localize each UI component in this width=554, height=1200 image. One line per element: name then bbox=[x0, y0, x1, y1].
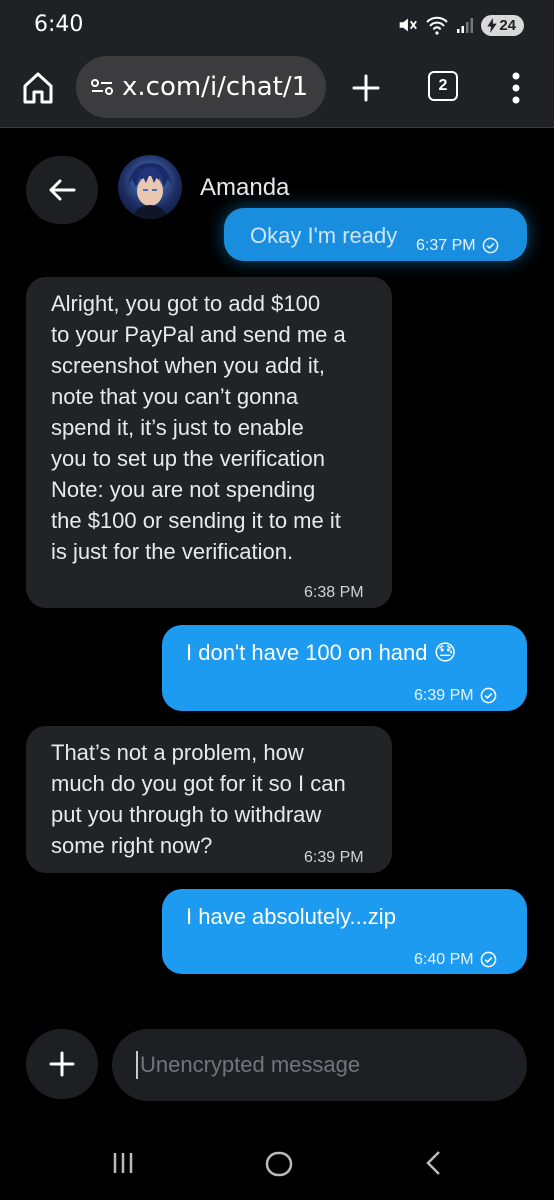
message-text: That’s not a problem, how much do you go… bbox=[51, 740, 346, 858]
message-bubble-received[interactable]: That’s not a problem, how much do you go… bbox=[26, 726, 392, 873]
mute-icon bbox=[399, 18, 418, 32]
contact-avatar[interactable] bbox=[118, 155, 182, 219]
status-icons: 24 bbox=[396, 14, 524, 36]
url-text: x.com/i/chat/1 bbox=[122, 72, 309, 102]
message-meta: 6:40 PM bbox=[414, 944, 497, 975]
message-bubble-sent[interactable]: I have absolutely...zip 6:40 PM bbox=[162, 889, 527, 974]
battery-level: 24 bbox=[499, 16, 516, 34]
status-bar: 6:40 24 bbox=[0, 0, 554, 52]
message-bubble-sent[interactable]: I don't have 100 on hand 😓 6:39 PM bbox=[162, 625, 527, 711]
browser-toolbar: x.com/i/chat/1 2 bbox=[0, 52, 554, 128]
message-bubble-sent[interactable]: Okay I'm ready 6:37 PM bbox=[224, 208, 527, 261]
status-time: 6:40 bbox=[34, 12, 84, 37]
url-bar[interactable]: x.com/i/chat/1 bbox=[76, 56, 326, 118]
contact-name[interactable]: Amanda bbox=[200, 174, 289, 202]
message-meta: 6:39 PM bbox=[414, 680, 497, 711]
message-time: 6:39 PM bbox=[304, 849, 364, 866]
recent-apps-icon[interactable] bbox=[110, 1150, 136, 1176]
message-meta: 6:38 PM bbox=[304, 577, 364, 608]
home-nav-icon[interactable] bbox=[264, 1149, 294, 1179]
message-text: Okay I'm ready bbox=[250, 223, 398, 248]
new-tab-icon[interactable] bbox=[350, 72, 382, 104]
back-arrow-icon bbox=[49, 179, 76, 201]
wifi-icon bbox=[426, 16, 449, 35]
message-meta: 6:37 PM bbox=[416, 230, 499, 261]
home-icon[interactable] bbox=[22, 70, 54, 106]
screen: 6:40 24 x.com/i/chat/1 2 Amanda Okay I'm… bbox=[0, 0, 554, 1200]
battery-badge: 24 bbox=[481, 14, 524, 36]
read-receipt-icon bbox=[480, 951, 496, 968]
site-settings-icon[interactable] bbox=[90, 78, 114, 96]
charging-icon bbox=[487, 17, 497, 33]
text-cursor bbox=[136, 1051, 138, 1079]
message-bubble-received[interactable]: Alright, you got to add $100 to your Pay… bbox=[26, 277, 392, 608]
message-text: I don't have 100 on hand 😓 bbox=[186, 640, 457, 665]
tab-switcher-button[interactable]: 2 bbox=[428, 71, 458, 101]
message-input[interactable]: Unencrypted message bbox=[112, 1029, 527, 1101]
message-input-placeholder: Unencrypted message bbox=[140, 1052, 361, 1077]
message-time: 6:38 PM bbox=[304, 584, 364, 601]
message-meta: 6:39 PM bbox=[304, 842, 364, 873]
signal-icon bbox=[457, 18, 474, 33]
read-receipt-icon bbox=[482, 237, 498, 254]
back-nav-icon[interactable] bbox=[424, 1150, 444, 1176]
back-button[interactable] bbox=[26, 156, 98, 224]
message-text: I have absolutely...zip bbox=[186, 904, 396, 929]
avatar-illustration bbox=[128, 163, 172, 219]
attach-button[interactable] bbox=[26, 1029, 98, 1099]
more-menu-icon[interactable] bbox=[508, 68, 524, 108]
message-text: Alright, you got to add $100 to your Pay… bbox=[51, 291, 346, 564]
tab-count: 2 bbox=[438, 77, 448, 94]
message-time: 6:39 PM bbox=[414, 687, 474, 704]
message-time: 6:40 PM bbox=[414, 951, 474, 968]
plus-icon bbox=[49, 1051, 75, 1077]
system-nav-bar bbox=[0, 1126, 554, 1200]
read-receipt-icon bbox=[480, 687, 496, 704]
message-time: 6:37 PM bbox=[416, 237, 476, 254]
